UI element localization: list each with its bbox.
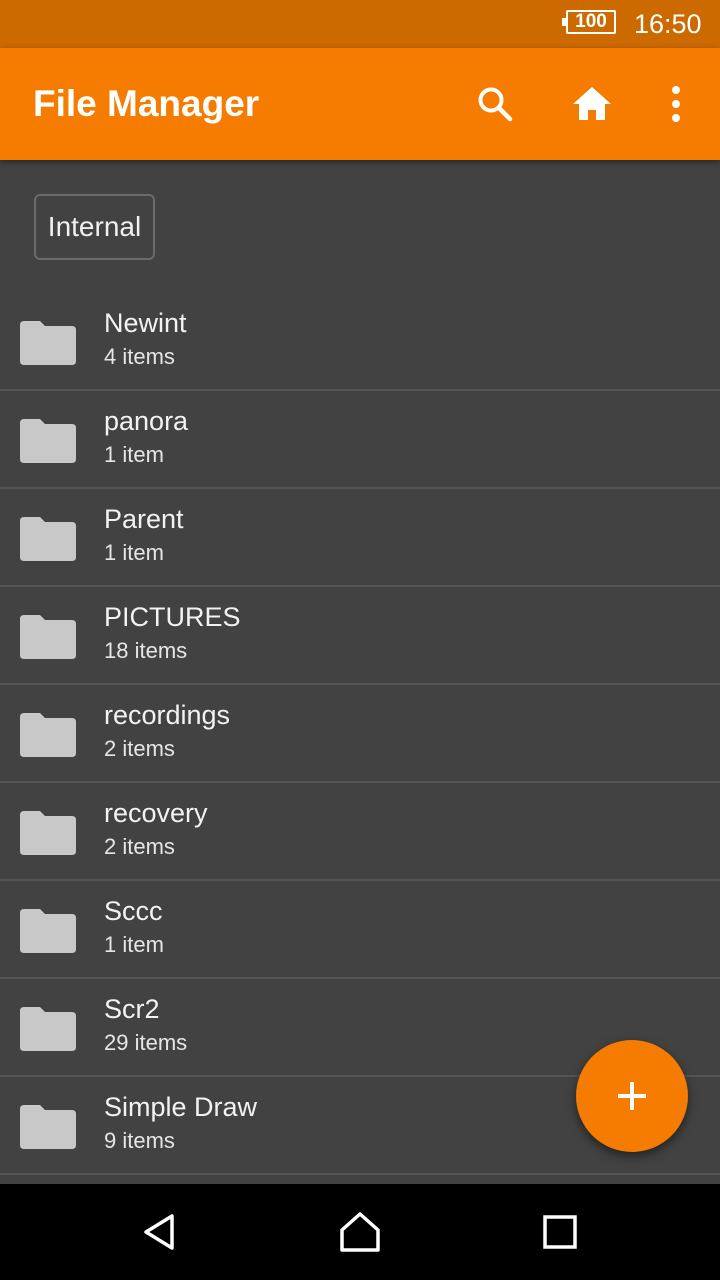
folder-name: Scr2 — [104, 994, 160, 1024]
folder-icon — [20, 713, 76, 757]
folder-name: Simple Draw — [104, 1092, 258, 1122]
recents-button[interactable] — [530, 1202, 590, 1262]
list-item[interactable]: Parent 1 item — [0, 489, 720, 587]
battery-indicator: 100 — [562, 10, 616, 34]
folder-name: PICTURES — [104, 602, 241, 632]
more-vert-icon — [672, 86, 680, 122]
list-item[interactable]: recovery 2 items — [0, 783, 720, 881]
back-button[interactable] — [130, 1202, 190, 1262]
search-icon — [478, 87, 513, 122]
app-title: File Manager — [33, 83, 260, 124]
home-icon — [573, 87, 611, 120]
app-bar: File Manager — [0, 48, 720, 160]
folder-icon — [20, 615, 76, 659]
list-item[interactable]: recordings 2 items — [0, 685, 720, 783]
folder-icon — [20, 811, 76, 855]
folder-item-count: 1 item — [104, 442, 164, 467]
list-item[interactable]: Sccc 1 item — [0, 881, 720, 979]
folder-icon — [20, 419, 76, 463]
status-bar: 100 16:50 — [0, 0, 720, 48]
folder-icon — [20, 1007, 76, 1051]
add-button[interactable] — [576, 1040, 688, 1152]
folder-name: panora — [104, 406, 189, 436]
folder-name: recordings — [104, 700, 231, 730]
navigation-bar — [0, 1184, 720, 1280]
folder-item-count: 9 items — [104, 1128, 175, 1153]
home-nav-button[interactable] — [330, 1202, 390, 1262]
folder-icon — [20, 1105, 76, 1149]
list-item[interactable]: PICTURES 18 items — [0, 587, 720, 685]
folder-item-count: 2 items — [104, 834, 175, 859]
list-item[interactable]: panora 1 item — [0, 391, 720, 489]
clock: 16:50 — [634, 9, 702, 39]
folder-name: recovery — [104, 798, 208, 828]
folder-icon — [20, 321, 76, 365]
add-icon — [618, 1082, 646, 1110]
search-button[interactable] — [467, 76, 523, 132]
folder-name: Parent — [104, 504, 184, 534]
folder-name: Sccc — [104, 896, 163, 926]
folder-icon — [20, 909, 76, 953]
folder-item-count: 2 items — [104, 736, 175, 761]
folder-icon — [20, 517, 76, 561]
recents-icon — [543, 1215, 577, 1249]
back-icon — [144, 1214, 174, 1250]
folder-item-count: 18 items — [104, 638, 188, 663]
list-item[interactable]: Newint 4 items — [0, 293, 720, 391]
storage-chip-internal[interactable]: Internal — [34, 194, 155, 260]
home-button[interactable] — [564, 76, 620, 132]
folder-item-count: 29 items — [104, 1030, 188, 1055]
folder-name: Newint — [104, 308, 187, 338]
home-nav-icon — [340, 1212, 380, 1252]
folder-item-count: 4 items — [104, 344, 175, 369]
folder-item-count: 1 item — [104, 932, 164, 957]
folder-item-count: 1 item — [104, 540, 164, 565]
more-options-button[interactable] — [648, 76, 704, 132]
